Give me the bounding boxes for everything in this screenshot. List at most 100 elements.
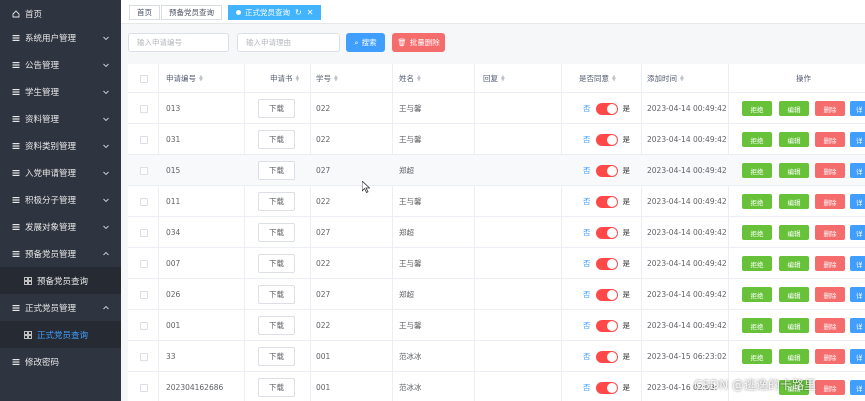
sort-icon[interactable]: ▲ ▼ <box>296 74 300 82</box>
header-name[interactable]: 姓名 ▲ ▼ <box>399 64 421 93</box>
detail-button[interactable]: 详 <box>850 101 865 116</box>
download-button[interactable]: 下载 <box>258 347 295 366</box>
detail-button[interactable]: 详 <box>850 163 865 178</box>
sidebar-item-2[interactable]: 公告管理 <box>0 51 121 78</box>
edit-button[interactable]: 编辑 <box>779 163 809 178</box>
row-checkbox[interactable] <box>140 321 148 330</box>
sort-icon[interactable]: ▲ ▼ <box>612 74 616 82</box>
edit-button[interactable]: 编辑 <box>779 132 809 147</box>
download-button[interactable]: 下载 <box>258 130 295 149</box>
agree-toggle[interactable] <box>595 350 618 363</box>
download-button[interactable]: 下载 <box>258 378 295 397</box>
close-icon[interactable]: ✕ <box>307 8 314 17</box>
tab-formal-query[interactable]: 正式党员查询 ↻ ✕ <box>228 5 322 20</box>
sidebar-item-9[interactable]: 预备党员管理 <box>0 240 121 267</box>
row-checkbox[interactable] <box>140 290 148 299</box>
header-agree[interactable]: 是否同意 ▲ ▼ <box>579 64 616 93</box>
sidebar-item-12[interactable]: 正式党员查询 <box>0 321 121 348</box>
download-button[interactable]: 下载 <box>258 99 295 118</box>
delete-button[interactable]: 删除 <box>815 380 845 395</box>
sort-icon[interactable]: ▲ ▼ <box>501 74 505 82</box>
reject-button[interactable]: 拒绝 <box>742 194 772 209</box>
download-button[interactable]: 下载 <box>258 161 295 180</box>
refresh-icon[interactable]: ↻ <box>295 8 302 17</box>
header-select-all[interactable] <box>140 64 148 93</box>
detail-button[interactable]: 详 <box>850 194 865 209</box>
sidebar-item-4[interactable]: 资料管理 <box>0 105 121 132</box>
download-button[interactable]: 下载 <box>258 223 295 242</box>
select-all-checkbox[interactable] <box>140 74 148 83</box>
delete-button[interactable]: 删除 <box>815 349 845 364</box>
agree-toggle[interactable] <box>595 226 618 239</box>
agree-toggle[interactable] <box>595 288 618 301</box>
sort-icon[interactable]: ▲ ▼ <box>334 74 338 82</box>
row-checkbox[interactable] <box>140 197 148 206</box>
delete-button[interactable]: 删除 <box>815 225 845 240</box>
batch-delete-button[interactable]: 🗑 批量删除 <box>392 33 445 52</box>
detail-button[interactable]: 详 <box>850 225 865 240</box>
edit-button[interactable]: 编辑 <box>779 349 809 364</box>
delete-button[interactable]: 删除 <box>815 256 845 271</box>
sidebar-item-10[interactable]: 预备党员查询 <box>0 267 121 294</box>
agree-toggle[interactable] <box>595 102 618 115</box>
edit-button[interactable]: 编辑 <box>779 287 809 302</box>
agree-toggle[interactable] <box>595 381 618 394</box>
agree-toggle[interactable] <box>595 319 618 332</box>
row-checkbox[interactable] <box>140 259 148 268</box>
reject-button[interactable]: 拒绝 <box>742 163 772 178</box>
detail-button[interactable]: 详 <box>850 287 865 302</box>
application-no-input[interactable]: 输入申请编号 <box>128 33 229 52</box>
reject-button[interactable]: 拒绝 <box>742 132 772 147</box>
agree-toggle[interactable] <box>595 257 618 270</box>
header-student-id[interactable]: 学号 ▲ ▼ <box>316 64 338 93</box>
sort-icon[interactable]: ▲ ▼ <box>680 74 684 82</box>
agree-toggle[interactable] <box>595 133 618 146</box>
sort-icon[interactable]: ▲ ▼ <box>417 74 421 82</box>
agree-toggle[interactable] <box>595 195 618 208</box>
header-application-no[interactable]: 申请编号 ▲ ▼ <box>166 64 203 93</box>
download-button[interactable]: 下载 <box>258 316 295 335</box>
row-checkbox[interactable] <box>140 166 148 175</box>
detail-button[interactable]: 详 <box>850 349 865 364</box>
edit-button[interactable]: 编辑 <box>779 194 809 209</box>
detail-button[interactable]: 详 <box>850 132 865 147</box>
delete-button[interactable]: 删除 <box>815 194 845 209</box>
sidebar-item-7[interactable]: 积极分子管理 <box>0 186 121 213</box>
sidebar-item-11[interactable]: 正式党员管理 <box>0 294 121 321</box>
header-add-time[interactable]: 添加时间 ▲ ▼ <box>647 64 684 93</box>
search-button[interactable]: ⌕ 搜索 <box>346 33 385 52</box>
edit-button[interactable]: 编辑 <box>779 225 809 240</box>
sidebar-item-3[interactable]: 学生管理 <box>0 78 121 105</box>
tab-home[interactable]: 首页 <box>129 5 160 20</box>
reject-button[interactable]: 拒绝 <box>742 318 772 333</box>
header-application-letter[interactable]: 申请书 ▲ ▼ <box>270 64 299 93</box>
row-checkbox[interactable] <box>140 352 148 361</box>
delete-button[interactable]: 删除 <box>815 287 845 302</box>
row-checkbox[interactable] <box>140 104 148 113</box>
sort-icon[interactable]: ▲ ▼ <box>199 74 203 82</box>
delete-button[interactable]: 删除 <box>815 318 845 333</box>
sidebar-item-0[interactable]: 首页 <box>0 0 121 27</box>
sidebar-item-8[interactable]: 发展对象管理 <box>0 213 121 240</box>
download-button[interactable]: 下载 <box>258 192 295 211</box>
detail-button[interactable]: 详 <box>850 318 865 333</box>
sidebar-item-5[interactable]: 资料类别管理 <box>0 132 121 159</box>
reject-button[interactable]: 拒绝 <box>742 101 772 116</box>
row-checkbox[interactable] <box>140 383 148 392</box>
detail-button[interactable]: 详 <box>850 380 865 395</box>
sidebar-item-6[interactable]: 入党申请管理 <box>0 159 121 186</box>
header-reply[interactable]: 回复 ▲ ▼ <box>483 64 505 93</box>
agree-toggle[interactable] <box>595 164 618 177</box>
application-reason-input[interactable]: 输入申请理由 <box>237 33 340 52</box>
reject-button[interactable]: 拒绝 <box>742 256 772 271</box>
reject-button[interactable]: 拒绝 <box>742 287 772 302</box>
edit-button[interactable]: 编辑 <box>779 318 809 333</box>
row-checkbox[interactable] <box>140 228 148 237</box>
detail-button[interactable]: 详 <box>850 256 865 271</box>
download-button[interactable]: 下载 <box>258 285 295 304</box>
delete-button[interactable]: 删除 <box>815 132 845 147</box>
edit-button[interactable]: 编辑 <box>779 101 809 116</box>
reject-button[interactable]: 拒绝 <box>742 225 772 240</box>
delete-button[interactable]: 删除 <box>815 163 845 178</box>
delete-button[interactable]: 删除 <box>815 101 845 116</box>
